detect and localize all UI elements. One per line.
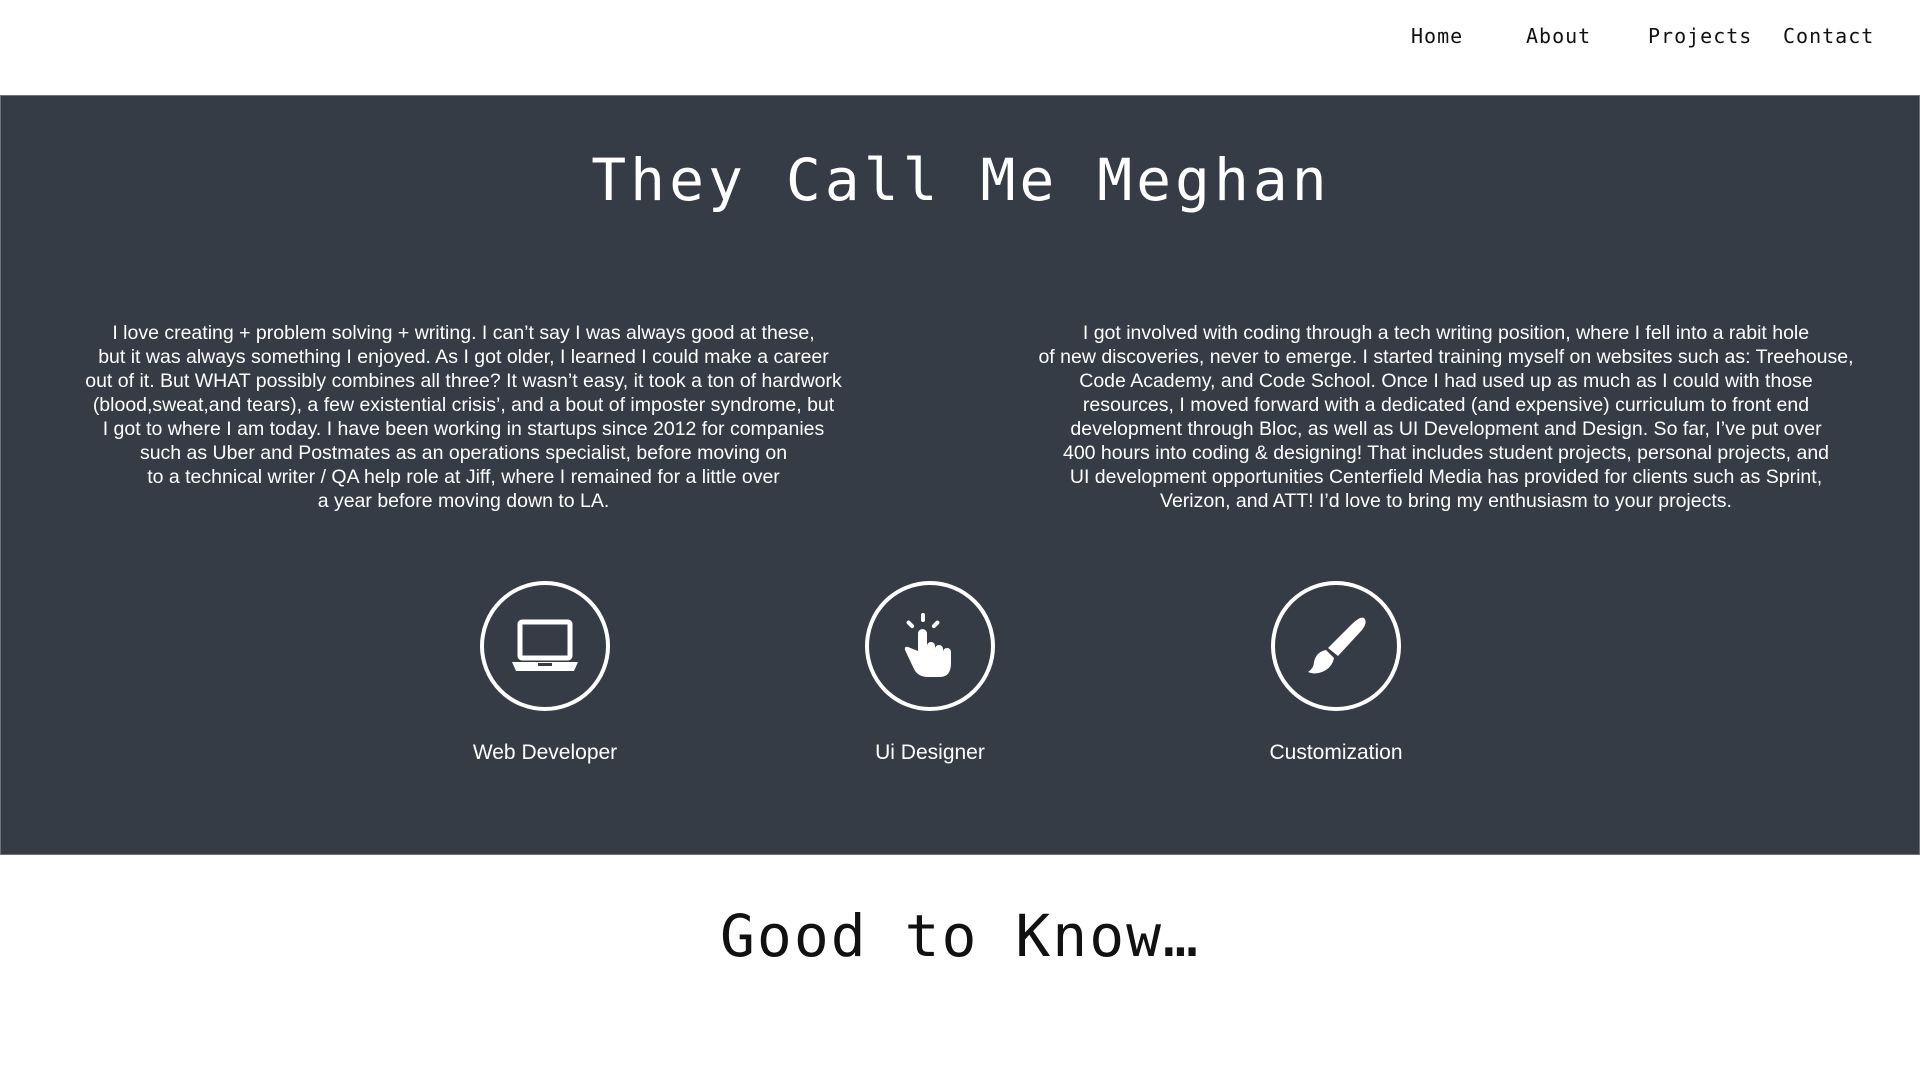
laptop-icon xyxy=(512,619,578,671)
nav-link-projects[interactable]: Projects xyxy=(1648,24,1752,48)
about-title: They Call Me Meghan xyxy=(591,146,1331,214)
top-navigation: Home About Projects Contact xyxy=(0,0,1920,95)
paragraph-line: Verizon, and ATT! I’d love to bring my e… xyxy=(1160,490,1732,512)
skill-customization: Customization xyxy=(1236,581,1436,765)
skill-circle-customization[interactable] xyxy=(1271,581,1401,711)
about-paragraph-left: I love creating + problem solving + writ… xyxy=(41,321,886,513)
paragraph-line: (blood,sweat,and tears), a few existenti… xyxy=(92,394,835,416)
paragraph-line: a year before moving down to LA. xyxy=(317,490,610,512)
paragraph-line: I love creating + problem solving + writ… xyxy=(112,322,815,344)
paragraph-line: Code Academy, and Code School. Once I ha… xyxy=(1079,370,1813,392)
paragraph-line: of new discoveries, never to emerge. I s… xyxy=(1038,346,1854,368)
paragraph-line: resources, I moved forward with a dedica… xyxy=(1082,394,1810,416)
paragraph-line: I got involved with coding through a tec… xyxy=(1082,322,1810,344)
paragraph-line: 400 hours into coding & designing! That … xyxy=(1062,442,1830,464)
paragraph-line: development through Bloc, as well as UI … xyxy=(1070,418,1822,440)
paragraph-line: but it was always something I enjoyed. A… xyxy=(98,346,829,368)
nav-link-contact[interactable]: Contact xyxy=(1783,24,1874,48)
skill-web-developer: Web Developer xyxy=(445,581,645,765)
skill-circle-web-developer[interactable] xyxy=(480,581,610,711)
skill-ui-designer: Ui Designer xyxy=(830,581,1030,765)
skill-label: Web Developer xyxy=(472,741,618,764)
skill-label: Customization xyxy=(1269,741,1403,764)
about-paragraph-right: I got involved with coding through a tec… xyxy=(1006,321,1886,513)
paragraph-line: I got to where I am today. I have been w… xyxy=(102,418,825,440)
skill-circle-ui-designer[interactable] xyxy=(865,581,995,711)
skill-label: Ui Designer xyxy=(875,741,985,764)
good-to-know-title: Good to Know… xyxy=(720,902,1200,970)
nav-link-about[interactable]: About xyxy=(1526,24,1591,48)
nav-link-home[interactable]: Home xyxy=(1411,24,1463,48)
paragraph-line: UI development opportunities Centerfield… xyxy=(1069,466,1823,488)
paragraph-line: out of it. But WHAT possibly combines al… xyxy=(85,370,842,392)
paragraph-line: to a technical writer / QA help role at … xyxy=(147,466,780,488)
paintbrush-icon xyxy=(1308,617,1366,674)
about-section: They Call Me Meghan I love creating + pr… xyxy=(0,95,1920,855)
pointer-hand-icon xyxy=(904,613,951,677)
paragraph-line: such as Uber and Postmates as an operati… xyxy=(139,442,788,464)
